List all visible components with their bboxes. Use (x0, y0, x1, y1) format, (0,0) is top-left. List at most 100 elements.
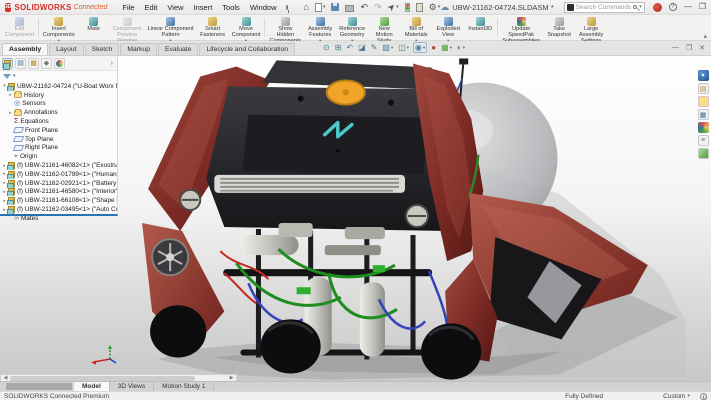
menu-insert[interactable]: Insert (189, 2, 218, 13)
insert-components-button[interactable]: InsertComponents▾ (40, 15, 78, 40)
zoom-to-fit-icon[interactable]: ⊙ (322, 43, 331, 52)
forum-icon[interactable] (698, 148, 709, 159)
panel-expand-arrow[interactable]: › (111, 60, 115, 67)
tab-markup[interactable]: Markup (120, 43, 157, 55)
tree-item-annotations[interactable]: ▸Annotations (1, 108, 117, 117)
tree-item-component-shape-exterior[interactable]: ▸(f) UBW-21161-66108<1> ("Shape Ex (1, 196, 117, 205)
home-button[interactable]: ⌂ (304, 2, 309, 12)
doc-close-button[interactable]: ✕ (699, 44, 705, 52)
tree-root-assembly[interactable]: ▾UBW-21162-04724 ("U-Boat Worx NEMO (1, 82, 117, 91)
minimize-button[interactable]: — (684, 3, 692, 11)
search-commands-box[interactable]: Search Commands ▾ (564, 2, 645, 13)
previous-view-icon[interactable]: ↶ (345, 43, 354, 52)
menu-edit[interactable]: Edit (139, 2, 162, 13)
instant3d-button[interactable]: Instant3D (464, 15, 496, 40)
custom-properties-icon[interactable]: ≡ (698, 135, 709, 146)
appearances-icon[interactable] (698, 122, 709, 133)
print-button[interactable] (345, 3, 354, 12)
tab-sketch[interactable]: Sketch (85, 43, 120, 55)
view-settings-icon[interactable]: ◐▾ (456, 43, 466, 52)
file-properties-button[interactable] (416, 3, 423, 12)
component-preview-window-icon (123, 17, 132, 26)
undo-button[interactable]: ↶ (360, 2, 368, 13)
mate-button[interactable]: Mate (78, 15, 110, 40)
dynamic-annotation-icon[interactable]: ✎ (370, 43, 379, 52)
apply-scene-icon[interactable]: ▦▾ (440, 43, 453, 52)
reference-geometry-button[interactable]: ReferenceGeometry▾ (336, 15, 368, 40)
edit-component-button[interactable]: EditComponent (2, 15, 37, 40)
edit-appearance-icon[interactable]: ● (430, 43, 437, 52)
linear-component-pattern-button[interactable]: Linear ComponentPattern▾ (145, 15, 197, 40)
ribbon-collapse-caret[interactable]: ▴ (703, 32, 707, 40)
tab-scroll-area[interactable] (6, 383, 72, 390)
menu-tools[interactable]: Tools (217, 2, 245, 13)
tree-item-component-human-interface[interactable]: ▸(f) UBW-21162-01789<1> ("Human I (1, 170, 117, 179)
zoom-to-area-icon[interactable]: ⊞ (334, 43, 343, 52)
tree-item-top-plane[interactable]: Top Plane (1, 135, 117, 144)
options-button[interactable]: ⚙▾ (429, 2, 441, 13)
redo-button[interactable]: ↷ (374, 2, 382, 13)
menu-view[interactable]: View (162, 2, 188, 13)
show-hidden-components-button[interactable]: ShowHiddenComponents (266, 15, 304, 40)
rebuild-button[interactable] (405, 3, 410, 12)
select-tool-button[interactable]: ➤▾ (388, 2, 399, 13)
update-speedpak-button[interactable]: UpdateSpeedPakSubassemblies (499, 15, 543, 40)
menu-file[interactable]: File (117, 2, 139, 13)
restore-button[interactable]: ❐ (699, 3, 706, 11)
tab-evaluate[interactable]: Evaluate (158, 43, 198, 55)
search-icon[interactable] (633, 5, 637, 9)
design-library-icon[interactable]: ▤ (698, 83, 709, 94)
featuremanager-tree-icon[interactable] (2, 58, 13, 69)
unit-system-dropdown[interactable]: Custom▾ (663, 393, 690, 400)
graphics-area[interactable]: ▤ ▦ ◆ › ▾ ▾UBW-21162-04724 ("U-Boat Worx… (0, 56, 711, 384)
tab-model[interactable]: Model (74, 382, 110, 391)
tab-layout[interactable]: Layout (49, 43, 83, 55)
bill-of-materials-button[interactable]: Bill ofMaterials▾ (400, 15, 432, 40)
component-preview-window-button[interactable]: ComponentPreviewWindow (110, 15, 145, 40)
file-explorer-icon[interactable] (698, 96, 709, 107)
tab-assembly[interactable]: Assembly (2, 43, 48, 55)
new-document-button[interactable]: ▾ (315, 3, 326, 12)
doc-restore-button[interactable]: ❐ (686, 44, 692, 52)
user-avatar[interactable] (653, 3, 662, 12)
tree-item-component-exostructure[interactable]: ▸(f) UBW-21161-46082<1> ("Exostruc (1, 161, 117, 170)
view-orientation-icon[interactable]: ▧▾ (381, 43, 394, 52)
display-style-icon[interactable]: ◫▾ (397, 43, 410, 52)
dimxpert-icon[interactable]: ◆ (41, 58, 52, 69)
tree-item-right-plane[interactable]: Right Plane (1, 144, 117, 153)
pin-menu-icon[interactable] (286, 5, 288, 10)
tree-item-component-interior[interactable]: ▸(f) UBW-21161-46580<1> ("Interior") (1, 188, 117, 197)
submarine-3d-model[interactable] (128, 58, 690, 382)
threedexperience-icon[interactable]: ▾ (698, 70, 709, 81)
new-motion-study-button[interactable]: NewMotionStudy (368, 15, 400, 40)
tab-3d-views[interactable]: 3D Views (110, 382, 154, 391)
tree-item-mates[interactable]: ∞Mates (1, 214, 117, 223)
tree-item-equations[interactable]: ΣEquations (1, 117, 117, 126)
globe-icon[interactable] (700, 393, 707, 400)
menu-window[interactable]: Window (245, 2, 282, 13)
tree-item-sensors[interactable]: ◎Sensors (1, 100, 117, 109)
propertymanager-icon[interactable]: ▤ (15, 58, 26, 69)
assembly-features-button[interactable]: AssemblyFeatures▾ (304, 15, 336, 40)
save-button[interactable] (331, 3, 339, 11)
tab-lifecycle-and-collaboration[interactable]: Lifecycle and Collaboration (199, 43, 295, 55)
tree-item-front-plane[interactable]: Front Plane (1, 126, 117, 135)
doc-minimize-button[interactable]: — (672, 44, 679, 52)
tree-filter[interactable]: ▾ (0, 71, 117, 81)
move-component-button[interactable]: MoveComponent▾ (229, 15, 264, 40)
large-assembly-settings-button[interactable]: LargeAssemblySettings▾ (575, 15, 607, 40)
section-view-icon[interactable]: ◪ (357, 43, 367, 52)
configurationmanager-icon[interactable]: ▦ (28, 58, 39, 69)
tree-item-component-battery-system[interactable]: ▸(f) UBW-21162-02921<1> ("Battery S (1, 179, 117, 188)
smart-fasteners-button[interactable]: SmartFasteners (197, 15, 229, 40)
help-button[interactable]: ? (669, 3, 677, 11)
hide-show-items-icon[interactable]: ◉▾ (413, 42, 427, 53)
tab-motion-study-1[interactable]: Motion Study 1 (154, 382, 214, 391)
tree-item-history[interactable]: ▸History (1, 91, 117, 100)
displaymanager-icon[interactable] (54, 58, 65, 69)
view-palette-icon[interactable]: ▦ (698, 109, 709, 120)
exploded-view-button[interactable]: ExplodedView▾ (432, 15, 464, 40)
take-snapshot-button[interactable]: TakeSnapshot (543, 15, 575, 40)
tree-item-component-auto-control[interactable]: ▸(f) UBW-21162-03495<1> ("Auto Co (1, 205, 117, 214)
tree-item-origin[interactable]: ⌖Origin (1, 152, 117, 161)
